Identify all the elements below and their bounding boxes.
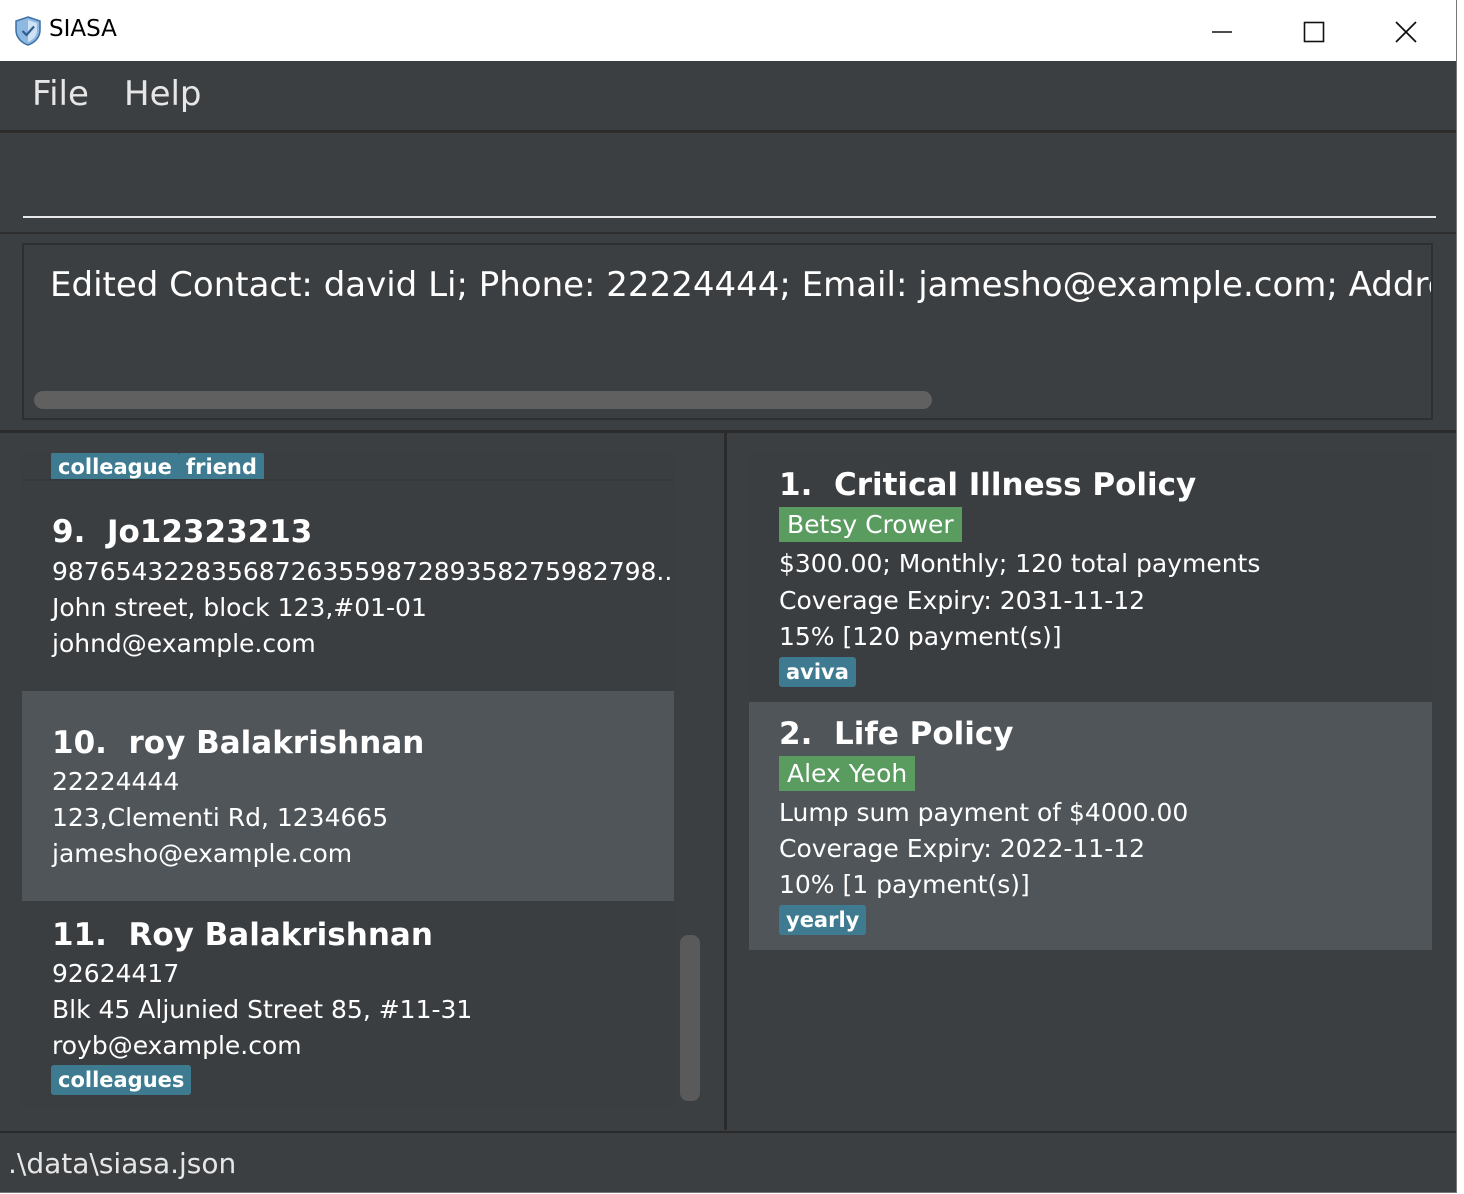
- policy-title: 2. Life Policy: [779, 716, 1014, 752]
- title-bar: SIASA: [0, 0, 1456, 61]
- result-horizontal-scrollbar[interactable]: [34, 388, 1424, 412]
- window-title: SIASA: [49, 16, 117, 42]
- contact-email: jamesho@example.com: [52, 839, 353, 868]
- list-item[interactable]: colleague friend: [22, 453, 674, 482]
- contact-phone: 98765432283568726355987289358275982798..…: [52, 557, 674, 586]
- tag: friend: [179, 453, 264, 482]
- app-window: SIASA File Help Edited Contact: david Li…: [0, 0, 1457, 1193]
- tag: aviva: [779, 657, 856, 687]
- minimize-button[interactable]: [1202, 12, 1242, 52]
- policy-payment: Lump sum payment of $4000.00: [779, 798, 1189, 827]
- minimize-icon: [1212, 31, 1232, 33]
- list-item[interactable]: 10. roy Balakrishnan 22224444 123,Clemen…: [22, 691, 674, 901]
- contact-name: 11. Roy Balakrishnan: [52, 917, 433, 953]
- contact-list-panel: colleague friend 9. Jo12323213 987654322…: [0, 433, 727, 1130]
- result-scroll-thumb[interactable]: [34, 391, 932, 409]
- contact-name: 10. roy Balakrishnan: [52, 725, 425, 761]
- contact-address: Blk 45 Aljunied Street 85, #11-31: [52, 995, 473, 1024]
- list-item[interactable]: 1. Critical Illness Policy Betsy Crower …: [749, 453, 1432, 702]
- result-text: Edited Contact: david Li; Phone: 2222444…: [50, 265, 1431, 305]
- policy-expiry: Coverage Expiry: 2031-11-12: [779, 586, 1146, 615]
- policy-expiry: Coverage Expiry: 2022-11-12: [779, 834, 1146, 863]
- save-location: .\data\siasa.json: [8, 1147, 237, 1180]
- contact-email: royb@example.com: [52, 1031, 302, 1060]
- menu-help[interactable]: Help: [124, 74, 202, 114]
- policy-payment: $300.00; Monthly; 120 total payments: [779, 549, 1261, 578]
- policy-title: 1. Critical Illness Policy: [779, 467, 1197, 503]
- client-badge: Betsy Crower: [779, 507, 962, 542]
- maximize-icon: [1303, 21, 1325, 43]
- menu-file[interactable]: File: [32, 74, 89, 114]
- tag: colleagues: [51, 1065, 192, 1095]
- policy-commission: 10% [1 payment(s)]: [779, 870, 1030, 899]
- close-button[interactable]: [1386, 12, 1426, 52]
- contact-phone: 92624417: [52, 959, 180, 988]
- maximize-button[interactable]: [1294, 12, 1334, 52]
- list-item[interactable]: 2. Life Policy Alex Yeoh Lump sum paymen…: [749, 702, 1432, 950]
- contact-phone: 22224444: [52, 767, 180, 796]
- tag: yearly: [779, 905, 867, 935]
- result-display: Edited Contact: david Li; Phone: 2222444…: [22, 243, 1433, 420]
- contact-name: 9. Jo12323213: [52, 514, 313, 550]
- command-input[interactable]: [23, 140, 1436, 218]
- policy-list[interactable]: 1. Critical Illness Policy Betsy Crower …: [749, 453, 1432, 953]
- status-bar: .\data\siasa.json: [0, 1131, 1456, 1192]
- client-badge: Alex Yeoh: [779, 756, 916, 791]
- list-item[interactable]: 9. Jo12323213 98765432283568726355987289…: [22, 481, 674, 691]
- menu-bar: [0, 61, 1456, 131]
- tag: colleague: [51, 453, 179, 482]
- policy-list-panel: 1. Critical Illness Policy Betsy Crower …: [727, 433, 1456, 1130]
- policy-commission: 15% [120 payment(s)]: [779, 622, 1062, 651]
- list-item[interactable]: 11. Roy Balakrishnan 92624417 Blk 45 Alj…: [22, 901, 674, 1109]
- contact-email: johnd@example.com: [52, 629, 316, 658]
- contact-address: John street, block 123,#01-01: [52, 593, 427, 622]
- close-icon: [1395, 21, 1417, 43]
- shield-check-icon: [15, 16, 41, 46]
- contact-list[interactable]: colleague friend 9. Jo12323213 987654322…: [22, 453, 674, 1109]
- contact-address: 123,Clementi Rd, 1234665: [52, 803, 389, 832]
- contact-list-scrollbar[interactable]: [680, 935, 700, 1101]
